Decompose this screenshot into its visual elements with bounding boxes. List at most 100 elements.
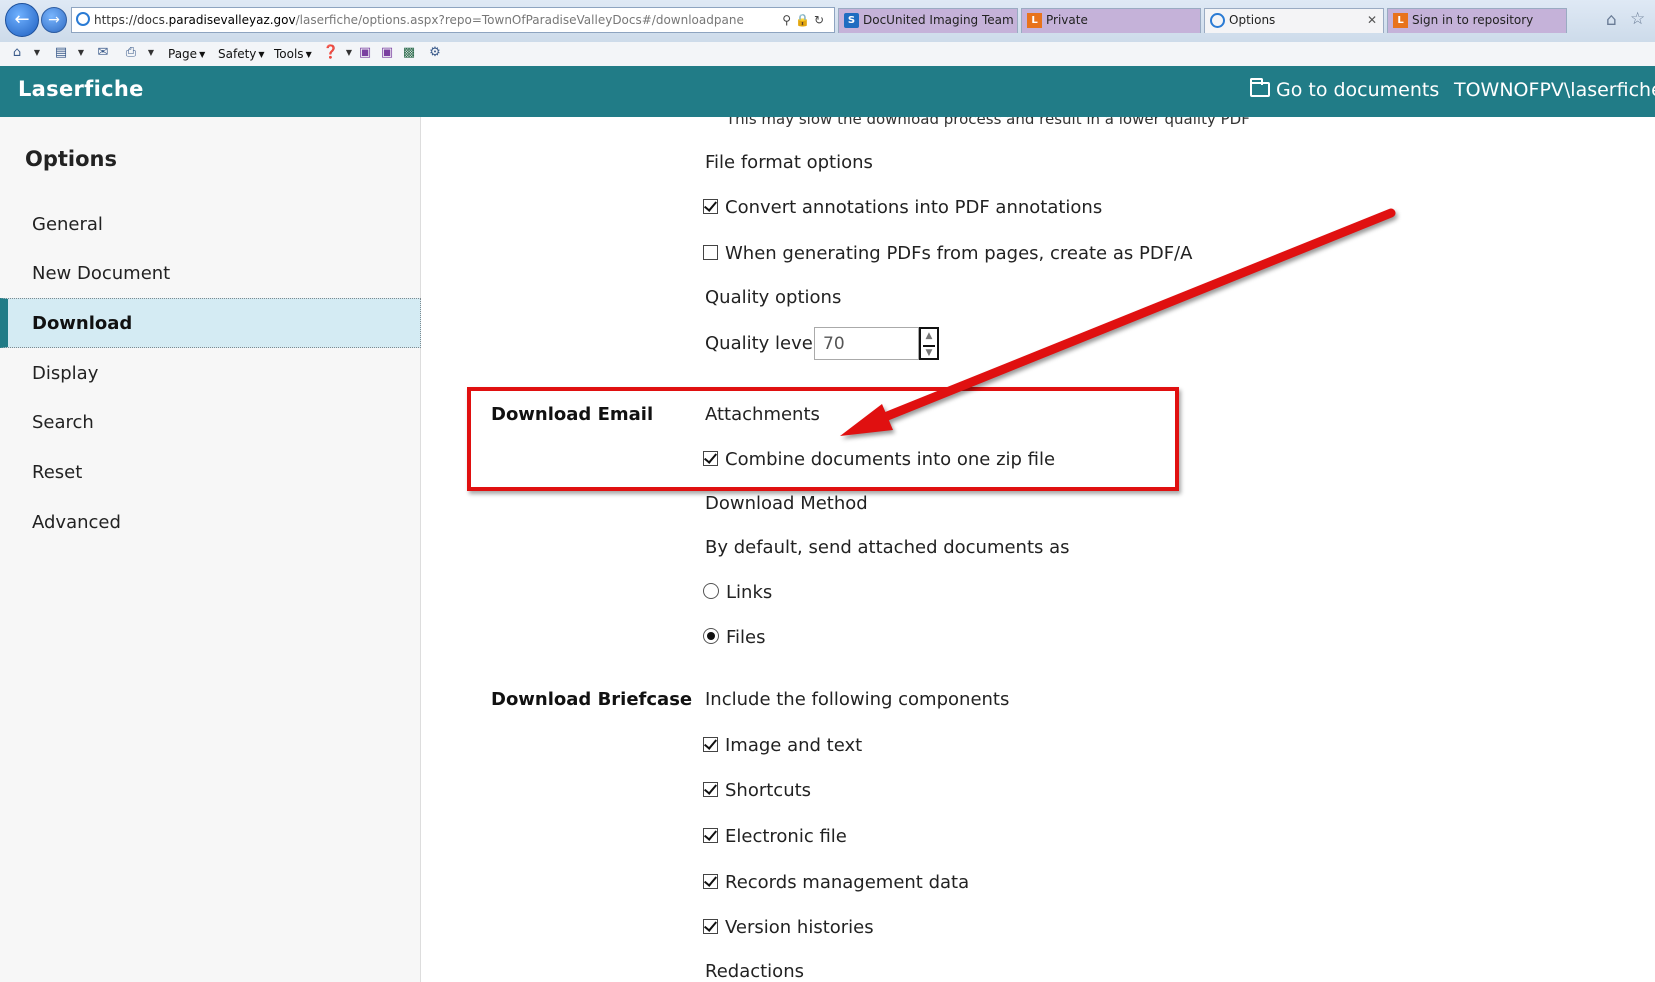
research-icon[interactable]: ▩ — [400, 45, 418, 61]
download-method-heading: Download Method — [705, 493, 868, 514]
browser-tab-active[interactable]: Options ✕ — [1204, 8, 1384, 33]
sidebar-item-advanced[interactable]: Advanced — [0, 498, 421, 548]
sharepoint-icon: S — [844, 13, 859, 28]
send-as-links-radio[interactable]: Links — [703, 582, 772, 603]
go-to-documents-link[interactable]: Go to documents — [1250, 78, 1440, 101]
records-management-checkbox[interactable]: Records management data — [703, 872, 969, 893]
convert-annotations-label: Convert annotations into PDF annotations — [725, 197, 1103, 218]
checkbox-checked[interactable] — [703, 451, 718, 466]
star-icon[interactable]: ☆ — [1630, 9, 1645, 29]
chevron-up-icon[interactable]: ▲ — [923, 330, 935, 342]
combine-zip-label: Combine documents into one zip file — [725, 449, 1056, 470]
user-menu[interactable]: TOWNOFPV\laserfiche⌄ — [1454, 79, 1655, 101]
sidebar-item-download[interactable]: Download — [0, 298, 421, 348]
electronic-file-checkbox[interactable]: Electronic file — [703, 826, 847, 847]
safety-menu[interactable]: Safety ▼ — [218, 45, 265, 64]
feed-icon[interactable]: ▤ — [52, 45, 70, 61]
tab-label: Sign in to repository — [1412, 13, 1534, 27]
tab-label: DocUnited Imaging Team S... — [863, 13, 1017, 27]
pdf-quality-note: This may slow the download process and r… — [726, 117, 1250, 128]
chevron-down-icon: ▼ — [199, 49, 206, 59]
send-as-text: By default, send attached documents as — [705, 537, 1070, 558]
home-icon[interactable]: ⌂ — [1606, 10, 1617, 30]
chevron-down-icon[interactable]: ▼ — [923, 345, 935, 359]
chevron-down-icon[interactable]: ▼ — [28, 45, 46, 61]
address-path: /laserfiche/options.aspx?repo=TownOfPara… — [295, 13, 744, 27]
sidebar-item-new-document[interactable]: New Document — [0, 249, 421, 299]
folder-icon — [1250, 78, 1270, 97]
sidebar-title: Options — [25, 147, 117, 171]
help-icon[interactable]: ❓ — [322, 45, 340, 61]
browser-tab[interactable]: L Private — [1021, 8, 1201, 33]
redactions-heading: Redactions — [705, 961, 804, 982]
laserfiche-icon: L — [1027, 13, 1042, 28]
checkbox-checked[interactable] — [703, 782, 718, 797]
chevron-down-icon: ▼ — [258, 49, 265, 59]
shortcuts-label: Shortcuts — [725, 780, 812, 801]
browser-toolbar: ← → https://docs.paradisevalleyaz.gov/la… — [0, 0, 1655, 43]
chevron-down-icon: ▼ — [305, 49, 312, 59]
quality-level-label: Quality level: — [705, 333, 824, 354]
checkbox-checked[interactable] — [703, 199, 718, 214]
sidebar-item-search[interactable]: Search — [0, 398, 421, 448]
quality-level-input[interactable] — [814, 327, 919, 360]
user-name: TOWNOFPV\laserfiche — [1454, 79, 1655, 101]
back-arrow-icon[interactable]: ← — [5, 3, 39, 37]
brand-logo[interactable]: Laserfiche — [18, 77, 144, 101]
app-header: Laserfiche Go to documents TOWNOFPV\lase… — [0, 66, 1655, 117]
checkbox-checked[interactable] — [703, 919, 718, 934]
address-bar[interactable]: https://docs.paradisevalleyaz.gov/laserf… — [71, 7, 835, 33]
search-icon[interactable]: ⚲ — [782, 13, 795, 27]
chevron-down-icon[interactable]: ▼ — [72, 45, 90, 61]
gear-icon[interactable]: ⚙ — [426, 45, 444, 61]
sidebar-item-general[interactable]: General — [0, 200, 421, 250]
checkbox-checked[interactable] — [703, 737, 718, 752]
checkbox-unchecked[interactable] — [703, 245, 718, 260]
options-content: This may slow the download process and r… — [421, 117, 1655, 982]
address-tools: ⚲🔒↻ — [782, 8, 828, 32]
download-email-section-label: Download Email — [491, 404, 654, 425]
close-icon[interactable]: ✕ — [1367, 9, 1377, 32]
command-bar: ⌂ ▼ ▤ ▼ ✉ ⎙ ▼ Page ▼ Safety ▼ Tools ▼ ❓ ▼ ▣… — [0, 42, 1655, 67]
safety-menu-label: Safety — [218, 47, 257, 61]
lock-icon[interactable]: 🔒 — [795, 13, 814, 27]
links-label: Links — [726, 582, 773, 603]
onenote-icon[interactable]: ▣ — [356, 45, 374, 61]
ie-icon — [1210, 13, 1225, 28]
chevron-down-icon[interactable]: ▼ — [142, 45, 160, 61]
records-management-label: Records management data — [725, 872, 970, 893]
shortcuts-checkbox[interactable]: Shortcuts — [703, 780, 811, 801]
tools-menu[interactable]: Tools ▼ — [274, 45, 312, 64]
checkbox-checked[interactable] — [703, 828, 718, 843]
browser-tab[interactable]: L Sign in to repository — [1387, 8, 1567, 33]
sidebar-item-reset[interactable]: Reset — [0, 448, 421, 498]
files-label: Files — [726, 627, 766, 648]
options-sidebar: Options General New Document Download Di… — [0, 117, 421, 982]
print-icon[interactable]: ⎙ — [122, 45, 140, 61]
forward-arrow-icon[interactable]: → — [41, 7, 67, 33]
pdfa-checkbox[interactable]: When generating PDFs from pages, create … — [703, 243, 1192, 264]
send-as-files-radio[interactable]: Files — [703, 627, 766, 648]
address-host-prefix: https://docs. — [94, 13, 169, 27]
checkbox-checked[interactable] — [703, 874, 718, 889]
ie-icon — [76, 12, 90, 26]
onenote-linked-icon[interactable]: ▣ — [378, 45, 396, 61]
version-histories-checkbox[interactable]: Version histories — [703, 917, 874, 938]
mail-icon[interactable]: ✉ — [94, 45, 112, 61]
refresh-icon[interactable]: ↻ — [814, 13, 828, 27]
go-to-documents-label: Go to documents — [1276, 79, 1440, 101]
convert-annotations-checkbox[interactable]: Convert annotations into PDF annotations — [703, 197, 1102, 218]
laserfiche-icon: L — [1393, 13, 1408, 28]
home-icon[interactable]: ⌂ — [8, 45, 26, 61]
file-format-heading: File format options — [705, 152, 873, 173]
sidebar-item-display[interactable]: Display — [0, 349, 421, 399]
browser-tab[interactable]: S DocUnited Imaging Team S... — [838, 8, 1018, 33]
image-and-text-checkbox[interactable]: Image and text — [703, 735, 862, 756]
quality-stepper[interactable]: ▲ ▼ — [919, 327, 939, 360]
radio-unselected[interactable] — [703, 583, 719, 599]
page-menu[interactable]: Page ▼ — [168, 45, 205, 64]
tab-label: Options — [1229, 13, 1276, 27]
combine-zip-checkbox[interactable]: Combine documents into one zip file — [703, 449, 1055, 470]
quality-heading: Quality options — [705, 287, 842, 308]
radio-selected[interactable] — [703, 628, 719, 644]
